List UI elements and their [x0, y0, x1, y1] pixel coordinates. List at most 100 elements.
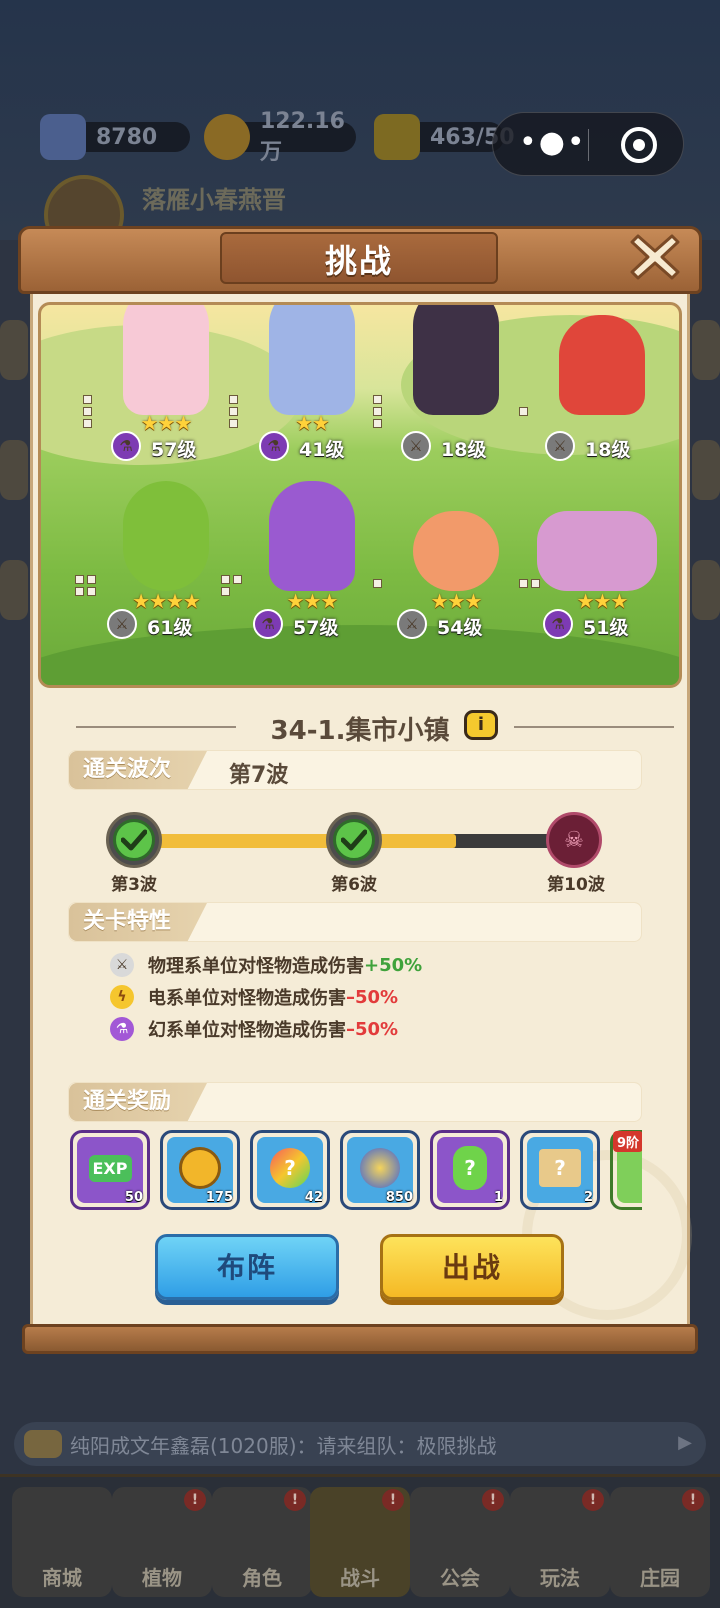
- enemy-unit[interactable]: ★★★★ ⚔ 61级: [75, 471, 241, 651]
- trait-text: 电系单位对怪物造成伤害: [148, 988, 346, 1009]
- energy-counter[interactable]: 463/50: [374, 114, 515, 160]
- coin-icon: [204, 114, 250, 160]
- enemy-unit[interactable]: ★★★ ⚗ 57级: [221, 471, 387, 651]
- gem-icon: [40, 114, 86, 160]
- trait-row: ⚔ 物理系单位对怪物造成伤害 +50%: [110, 950, 422, 980]
- star-rating: ★★★: [140, 411, 193, 435]
- nav-gameplay[interactable]: ! 玩法: [510, 1487, 610, 1597]
- section-label: 通关奖励: [69, 1083, 208, 1121]
- chat-ticker[interactable]: 纯阳成文年鑫磊(1020服)：请来组队：极限挑战 ▶: [14, 1422, 706, 1466]
- reward-tier-item[interactable]: 9阶: [610, 1130, 642, 1210]
- reward-mystery-potion[interactable]: ? 1: [430, 1130, 510, 1210]
- clear-wave-row: 通关波次 第7波: [68, 750, 642, 790]
- unit-figure: [537, 511, 657, 591]
- mystery-seed-icon: ?: [263, 1143, 317, 1193]
- coin-icon: [173, 1143, 227, 1193]
- nav-characters[interactable]: ! 角色: [212, 1487, 312, 1597]
- wave-label: 第10波: [547, 875, 605, 895]
- trait-value: +50%: [364, 954, 423, 976]
- close-miniprogram-icon[interactable]: [621, 127, 657, 163]
- formation-button[interactable]: 布阵: [155, 1234, 339, 1300]
- reward-exp[interactable]: EXP 50: [70, 1130, 150, 1210]
- reward-gold-coin[interactable]: 175: [160, 1130, 240, 1210]
- nav-label: 公会: [440, 1566, 480, 1590]
- more-menu-icon[interactable]: •●•: [519, 128, 587, 158]
- enemy-unit[interactable]: ★★ ⚗ 41级: [229, 305, 387, 465]
- chat-text: 纯阳成文年鑫磊(1020服)：请来组队：极限挑战: [70, 1433, 497, 1458]
- rank-pips: [373, 395, 382, 428]
- reward-count: 850: [385, 1190, 413, 1205]
- mystery-glyph: ?: [270, 1148, 310, 1188]
- coin-counter[interactable]: 122.16万: [204, 109, 356, 165]
- tier-tag: 9阶: [613, 1131, 642, 1152]
- reward-count: 42: [304, 1190, 323, 1205]
- unit-figure: [559, 315, 645, 415]
- coin-value: 122.16万: [260, 108, 345, 165]
- nav-plants[interactable]: ! 植物: [112, 1487, 212, 1597]
- wave-label: 第3波: [111, 875, 157, 895]
- side-deco-left: [0, 560, 28, 620]
- start-battle-button[interactable]: 出战: [380, 1234, 564, 1300]
- nav-guild[interactable]: ! 公会: [410, 1487, 510, 1597]
- check-icon: [113, 819, 155, 861]
- sword-icon: ⚔: [545, 431, 575, 461]
- reward-mystery-seed[interactable]: ? 42: [250, 1130, 330, 1210]
- trait-text: 物理系单位对怪物造成伤害: [148, 956, 364, 977]
- exp-icon-label: EXP: [88, 1154, 132, 1182]
- coin-shape: [179, 1147, 221, 1189]
- clear-wave-value: 第7波: [229, 763, 289, 788]
- chevron-right-icon: ▶: [678, 1432, 692, 1453]
- star-rating: ★★★★: [132, 589, 201, 613]
- potion-icon: ⚗: [543, 609, 573, 639]
- unit-figure: [269, 481, 355, 591]
- rank-pips: [519, 407, 528, 416]
- sword-icon: ⚔: [401, 431, 431, 461]
- dialog-title: 挑战: [324, 242, 393, 280]
- enemy-unit[interactable]: ⚔ 18级: [373, 305, 531, 465]
- reward-list: EXP 50 175 ? 42 850 ? 1 ? 2 9阶: [70, 1130, 642, 1212]
- nav-label: 商城: [42, 1566, 82, 1590]
- unit-figure: [269, 305, 355, 415]
- trait-value: –50%: [346, 1018, 399, 1040]
- nav-battle[interactable]: ! 战斗: [310, 1487, 410, 1597]
- reward-blue-flame-orb[interactable]: 850: [340, 1130, 420, 1210]
- close-button[interactable]: [626, 228, 684, 286]
- stage-title: 34-1.集市小镇: [270, 716, 450, 746]
- alert-badge: !: [284, 1489, 306, 1511]
- star-rating: ★★★: [430, 589, 483, 613]
- enemy-unit[interactable]: ★★★ ⚗ 57级: [83, 305, 241, 465]
- reward-mystery-scroll[interactable]: ? 2: [520, 1130, 600, 1210]
- star-rating: ★★: [295, 411, 330, 435]
- sword-icon: ⚔: [397, 609, 427, 639]
- trait-row: ⚗ 幻系单位对怪物造成伤害 –50%: [110, 1014, 398, 1044]
- enemy-unit[interactable]: ★★★ ⚗ 51级: [519, 471, 677, 651]
- nav-label: 庄园: [640, 1566, 680, 1590]
- wave-node-cleared: [106, 812, 162, 868]
- decorative-line: [514, 726, 674, 728]
- enemy-unit[interactable]: ⚔ 18级: [519, 305, 677, 465]
- boss-icon: ☠: [564, 827, 584, 853]
- mystery-scroll-icon: ?: [533, 1143, 587, 1193]
- unit-figure: [413, 305, 499, 415]
- star-rating: ★★★: [286, 589, 339, 613]
- reward-count: 50: [124, 1190, 143, 1205]
- mystery-glyph: ?: [539, 1149, 581, 1187]
- alert-badge: !: [582, 1489, 604, 1511]
- challenge-dialog-footer: [22, 1324, 698, 1354]
- nav-shop[interactable]: 商城: [12, 1487, 112, 1597]
- enemy-unit[interactable]: ★★★ ⚔ 54级: [373, 471, 531, 651]
- trait-text: 幻系单位对怪物造成伤害: [148, 1020, 346, 1041]
- gem-counter[interactable]: 8780: [40, 114, 190, 160]
- alert-badge: !: [682, 1489, 704, 1511]
- check-icon: [333, 819, 375, 861]
- info-icon[interactable]: i: [464, 710, 498, 740]
- reward-count: 1: [493, 1190, 503, 1205]
- alert-badge: !: [482, 1489, 504, 1511]
- side-deco-right: [692, 440, 720, 500]
- nav-manor[interactable]: ! 庄园: [610, 1487, 710, 1597]
- unit-level: 18级: [585, 439, 631, 461]
- orb-shape: [360, 1148, 400, 1188]
- chat-icon: [24, 1430, 62, 1458]
- sword-icon: ⚔: [107, 609, 137, 639]
- side-deco-left: [0, 320, 28, 380]
